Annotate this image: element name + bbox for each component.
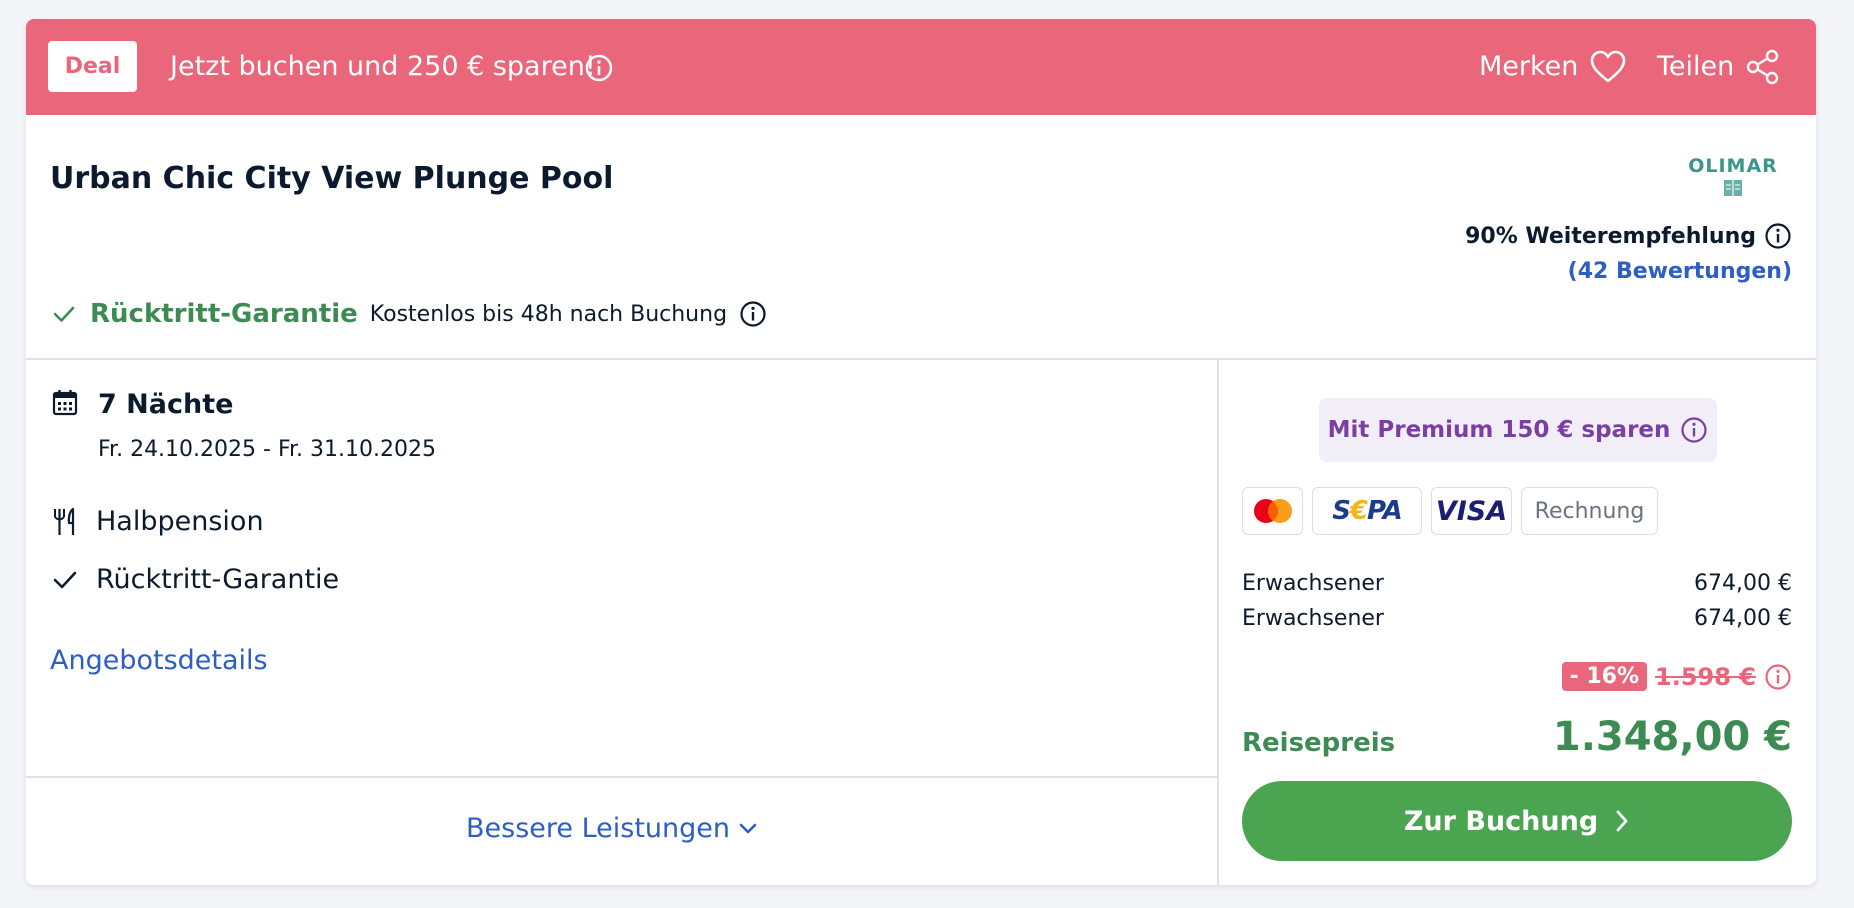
deal-banner: Deal Jetzt buchen und 250 € sparen! Merk… xyxy=(26,19,1816,115)
old-price: 1.598 € xyxy=(1655,662,1756,691)
column-divider xyxy=(1217,360,1219,885)
discount-row: - 16% 1.598 € xyxy=(1561,662,1792,691)
deal-badge: Deal xyxy=(48,41,137,92)
operator-logo-icon xyxy=(1724,180,1742,196)
nights-count: 7 Nächte xyxy=(98,389,234,420)
chevron-down-icon xyxy=(739,823,757,833)
premium-badge[interactable]: Mit Premium 150 € sparen xyxy=(1319,398,1717,462)
cutlery-icon xyxy=(54,507,75,535)
info-icon[interactable] xyxy=(739,300,767,328)
section-divider xyxy=(26,776,1217,778)
total-price: 1.348,00 € xyxy=(1552,714,1792,760)
traveler-price: 674,00 € xyxy=(1694,606,1792,631)
feature-meal-plan: Halbpension xyxy=(52,506,264,537)
teilen-label: Teilen xyxy=(1657,51,1735,82)
feature-label: Rücktritt-Garantie xyxy=(96,564,340,595)
premium-text: Mit Premium 150 € sparen xyxy=(1327,417,1671,443)
section-divider xyxy=(26,358,1816,360)
merken-label: Merken xyxy=(1479,51,1579,82)
traveler-price-row: Erwachsener 674,00 € xyxy=(1242,606,1792,631)
sepa-letters: PA xyxy=(1367,496,1403,526)
heart-icon xyxy=(1591,50,1626,83)
offer-card: Deal Jetzt buchen und 250 € sparen! Merk… xyxy=(26,19,1816,885)
traveler-price-row: Erwachsener 674,00 € xyxy=(1242,571,1792,596)
travel-dates: Fr. 24.10.2025 - Fr. 31.10.2025 xyxy=(98,437,436,462)
guarantee-text: Kostenlos bis 48h nach Buchung xyxy=(369,301,728,327)
info-icon[interactable] xyxy=(584,53,614,83)
invoice-option: Rechnung xyxy=(1521,487,1658,535)
mastercard-logo xyxy=(1242,487,1303,535)
recommendation-rate: 90% Weiterempfehlung xyxy=(1465,222,1792,250)
traveler-price: 674,00 € xyxy=(1694,571,1792,596)
merken-button[interactable]: Merken xyxy=(1479,49,1626,85)
sepa-letter: S xyxy=(1332,496,1351,526)
mastercard-icon xyxy=(1253,499,1292,523)
sepa-euro: € xyxy=(1349,496,1368,526)
share-icon xyxy=(1747,49,1779,85)
feature-label: Halbpension xyxy=(96,506,264,537)
sepa-logo: S € PA xyxy=(1312,487,1422,535)
teilen-button[interactable]: Teilen xyxy=(1657,49,1780,85)
reviews-link[interactable]: (42 Bewertungen) xyxy=(1568,259,1792,284)
info-icon xyxy=(1681,417,1707,443)
calendar-icon xyxy=(52,390,78,416)
info-icon[interactable] xyxy=(1764,222,1792,250)
better-services-label: Bessere Leistungen xyxy=(466,813,731,844)
chevron-right-icon xyxy=(1616,810,1628,832)
operator-logo: OLIMAR xyxy=(1686,155,1780,197)
feature-guarantee: Rücktritt-Garantie xyxy=(52,564,339,595)
info-icon[interactable] xyxy=(1764,663,1792,691)
book-button[interactable]: Zur Buchung xyxy=(1242,781,1792,861)
payment-methods: S € PA VISA Rechnung xyxy=(1242,487,1658,535)
guarantee-title: Rücktritt-Garantie xyxy=(90,299,358,329)
traveler-label: Erwachsener xyxy=(1242,606,1384,631)
offer-details-link[interactable]: Angebotsdetails xyxy=(50,645,268,676)
check-icon xyxy=(53,571,77,588)
better-services-link[interactable]: Bessere Leistungen xyxy=(466,813,758,844)
check-icon xyxy=(53,306,75,322)
deal-banner-text: Jetzt buchen und 250 € sparen! xyxy=(170,51,596,82)
visa-logo: VISA xyxy=(1431,487,1512,535)
operator-logo-text: OLIMAR xyxy=(1688,155,1778,177)
offer-title: Urban Chic City View Plunge Pool xyxy=(50,161,614,196)
discount-badge: - 16% xyxy=(1561,662,1648,691)
total-price-label: Reisepreis xyxy=(1242,728,1396,758)
recommendation-text: 90% Weiterempfehlung xyxy=(1465,223,1756,249)
traveler-label: Erwachsener xyxy=(1242,571,1384,596)
book-button-label: Zur Buchung xyxy=(1403,805,1599,837)
guarantee-row: Rücktritt-Garantie Kostenlos bis 48h nac… xyxy=(50,299,767,329)
